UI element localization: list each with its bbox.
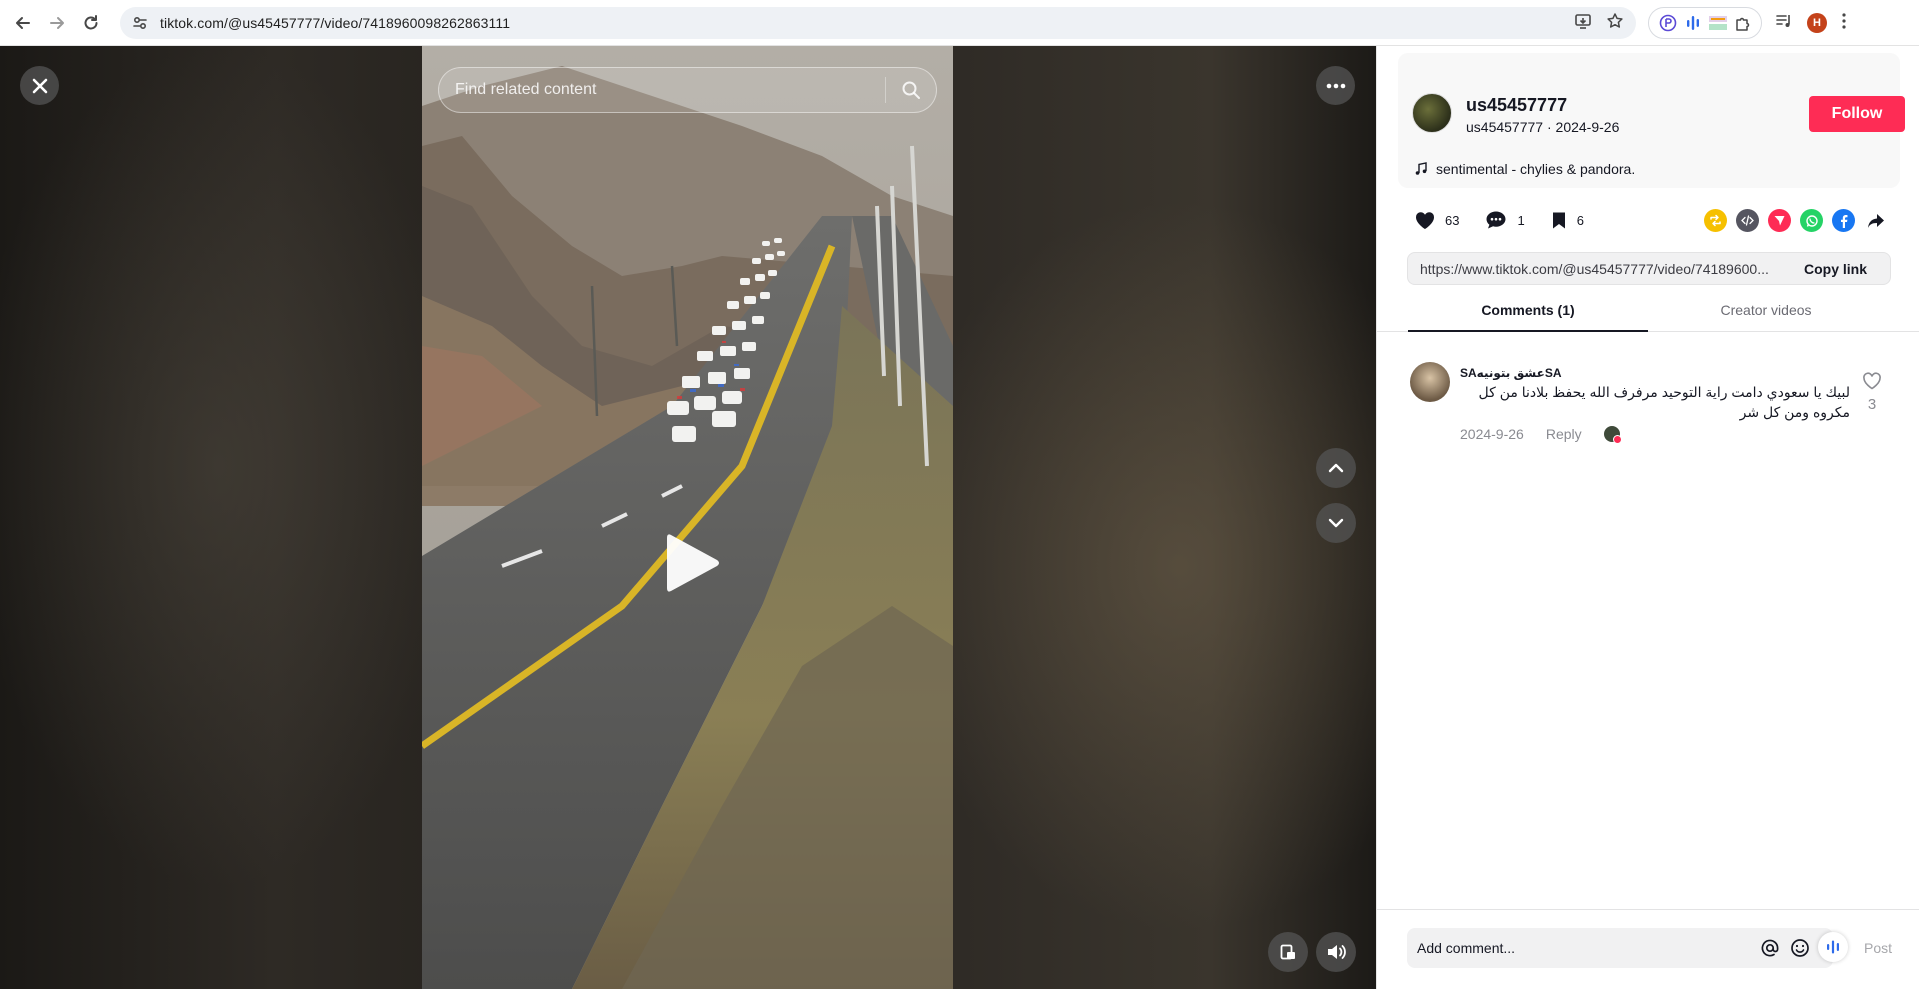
heart-icon: [1415, 211, 1435, 229]
reload-icon[interactable]: [74, 6, 108, 40]
comment-meta: 2024-9-26 Reply: [1460, 426, 1622, 444]
browser-toolbar: tiktok.com/@us45457777/video/74189600982…: [0, 0, 1919, 46]
close-video-button[interactable]: [20, 66, 59, 105]
comment-input[interactable]: Add comment...: [1407, 928, 1833, 968]
chevron-down-icon: [1328, 518, 1344, 528]
comment-button[interactable]: 1: [1485, 210, 1525, 230]
comment-like-button[interactable]: 3: [1862, 372, 1882, 413]
follow-button[interactable]: Follow: [1809, 96, 1905, 132]
video-stage[interactable]: Find related content: [0, 46, 1376, 989]
author-subline: us45457777 · 2024-9-26: [1466, 119, 1619, 135]
vpn-extension-icon[interactable]: [1658, 13, 1678, 33]
url-text: tiktok.com/@us45457777/video/74189600982…: [160, 15, 511, 31]
comment-bubble-icon: [1486, 211, 1506, 229]
post-date: 2024-9-26: [1555, 119, 1620, 135]
voice-extension-icon[interactable]: [1683, 13, 1703, 33]
emoji-icon[interactable]: [1785, 938, 1815, 958]
author-username[interactable]: us45457777: [1466, 95, 1567, 116]
forward-icon[interactable]: [40, 6, 74, 40]
comment-composer: Add comment... Post: [1377, 909, 1919, 989]
save-count: 6: [1576, 212, 1584, 228]
post-comment-button[interactable]: Post: [1864, 940, 1892, 956]
previous-video-button[interactable]: [1316, 448, 1356, 488]
author-avatar[interactable]: [1412, 93, 1452, 133]
whatsapp-icon[interactable]: [1800, 209, 1823, 232]
mention-icon[interactable]: [1755, 938, 1785, 958]
send-to-friends-icon[interactable]: [1768, 209, 1791, 232]
comment-placeholder: Add comment...: [1417, 940, 1516, 956]
share-link-box: https://www.tiktok.com/@us45457777/video…: [1407, 252, 1891, 285]
picture-in-picture-button[interactable]: [1268, 932, 1308, 972]
tab-creator-videos[interactable]: Creator videos: [1646, 298, 1886, 332]
repost-icon[interactable]: [1704, 209, 1727, 232]
volume-button[interactable]: [1316, 932, 1356, 972]
author-handle: us45457777: [1466, 119, 1544, 135]
extensions-puzzle-icon[interactable]: [1733, 13, 1753, 33]
search-placeholder: Find related content: [455, 81, 597, 98]
video-details-panel: us45457777 us45457777 · 2024-9-26 Follow…: [1376, 46, 1919, 989]
back-icon[interactable]: [6, 6, 40, 40]
tab-comments[interactable]: Comments (1): [1408, 298, 1648, 332]
comment-date: 2024-9-26: [1460, 426, 1524, 442]
video-link[interactable]: https://www.tiktok.com/@us45457777/video…: [1420, 261, 1790, 277]
speaker-icon: [1328, 945, 1346, 959]
separator-dot: ·: [1546, 119, 1552, 135]
ellipsis-icon: [1326, 83, 1345, 88]
like-button[interactable]: 63: [1415, 211, 1459, 230]
site-info-icon[interactable]: [124, 7, 156, 39]
favorite-button[interactable]: 6: [1551, 211, 1584, 230]
install-app-icon[interactable]: [1574, 12, 1592, 35]
reply-button[interactable]: Reply: [1546, 426, 1582, 442]
commenter-avatar[interactable]: [1410, 362, 1450, 402]
extensions-group: [1648, 7, 1762, 39]
music-title: sentimental - chylies & pandora.: [1436, 161, 1636, 177]
comment-count: 1: [1517, 212, 1525, 228]
play-icon[interactable]: [665, 531, 721, 600]
panel-tabs: Comments (1) Creator videos: [1377, 298, 1919, 332]
creator-liked-icon: [1603, 426, 1622, 444]
related-search-input[interactable]: Find related content: [438, 67, 937, 113]
close-icon: [32, 78, 47, 93]
video-player[interactable]: [422, 46, 953, 989]
bookmark-star-icon[interactable]: [1606, 12, 1624, 35]
facebook-icon[interactable]: [1832, 209, 1855, 232]
music-link[interactable]: sentimental - chylies & pandora.: [1414, 161, 1635, 177]
engagement-bar: 63 1 6: [1415, 210, 1610, 230]
voice-assistant-icon[interactable]: [1818, 932, 1848, 962]
heart-outline-icon: [1863, 372, 1881, 390]
music-note-icon: [1415, 162, 1427, 175]
browser-menu-icon[interactable]: [1841, 12, 1847, 35]
address-bar[interactable]: tiktok.com/@us45457777/video/74189600982…: [120, 7, 1636, 39]
bookmark-icon: [1552, 212, 1565, 228]
more-options-button[interactable]: [1316, 66, 1355, 105]
media-control-icon[interactable]: [1775, 12, 1793, 35]
share-options: [1704, 209, 1887, 232]
next-video-button[interactable]: [1316, 503, 1356, 543]
profile-avatar[interactable]: H: [1807, 13, 1827, 33]
copy-link-button[interactable]: Copy link: [1804, 261, 1867, 277]
like-count: 63: [1445, 212, 1460, 228]
comment-like-count: 3: [1867, 396, 1877, 413]
tvid-extension-icon[interactable]: [1708, 13, 1728, 33]
share-arrow-icon[interactable]: [1864, 209, 1887, 232]
author-info-card: us45457777 us45457777 · 2024-9-26 Follow…: [1398, 53, 1905, 188]
commenter-username[interactable]: SAعشق بتونيهSA: [1460, 366, 1562, 380]
floating-player-icon: [1280, 944, 1295, 960]
chevron-up-icon: [1328, 463, 1344, 473]
embed-icon[interactable]: [1736, 209, 1759, 232]
search-icon[interactable]: [886, 80, 936, 100]
comment-text: لبيك يا سعودي دامت راية التوحيد مرفرف ال…: [1478, 384, 1850, 420]
